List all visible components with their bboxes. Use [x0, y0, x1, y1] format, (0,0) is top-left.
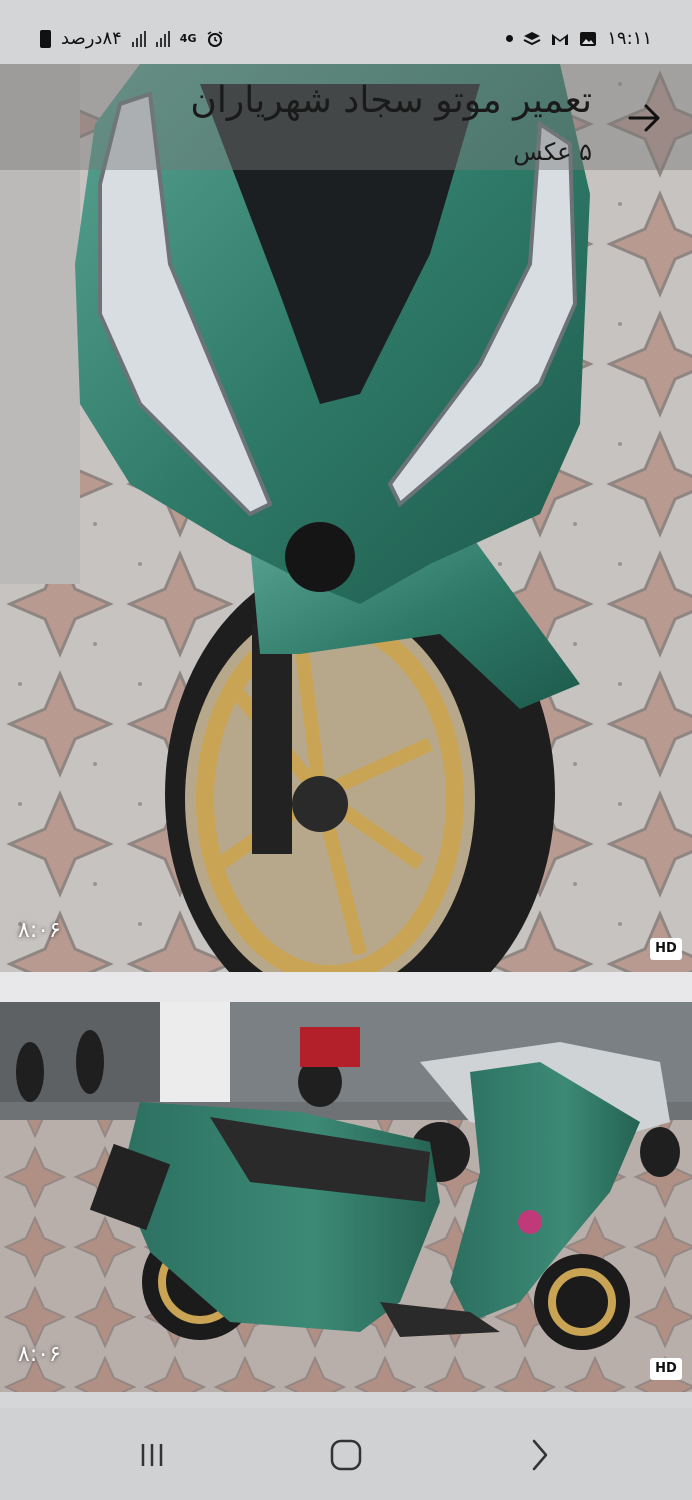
listing-header: تعمیر موتو سجاد شهریاران ۵ عکس — [0, 64, 692, 170]
notification-dot-icon — [506, 35, 514, 42]
network-4g-icon: 4G — [179, 32, 197, 45]
layers-icon — [523, 31, 541, 45]
recent-apps-icon — [141, 1444, 163, 1466]
gmail-icon — [552, 33, 569, 45]
alarm-icon — [208, 30, 223, 47]
scooter-side-image — [0, 1002, 692, 1392]
home-button[interactable] — [316, 1430, 376, 1480]
home-icon — [330, 1439, 362, 1471]
listing-photo-1[interactable] — [0, 64, 692, 972]
battery-text: ۸۴درصد — [61, 28, 122, 49]
hd-badge-1: HD — [650, 938, 682, 960]
video-duration-2: ۸:۰۶ — [18, 1342, 61, 1367]
battery-icon — [40, 29, 51, 48]
scooter-front-image — [0, 64, 692, 972]
arrow-right-icon[interactable] — [622, 98, 668, 138]
hd-badge-2: HD — [650, 1358, 682, 1380]
navigation-bar — [0, 1408, 692, 1500]
recent-apps-button[interactable] — [122, 1430, 182, 1480]
photo-divider — [0, 972, 692, 1002]
status-bar: ۸۴درصد 4G ۱۹:۱۱ — [0, 0, 692, 64]
signal-icon — [131, 30, 146, 47]
video-duration-1: ۸:۰۶ — [18, 918, 61, 943]
photo-count: ۵ عکس — [513, 138, 592, 166]
listing-photo-2[interactable] — [0, 1002, 692, 1392]
signal-icon — [155, 30, 170, 47]
back-button[interactable] — [510, 1430, 570, 1480]
listing-title: تعمیر موتو سجاد شهریاران — [190, 80, 592, 121]
back-icon — [532, 1439, 548, 1471]
clock: ۱۹:۱۱ — [607, 28, 652, 49]
gallery-icon — [580, 31, 597, 46]
